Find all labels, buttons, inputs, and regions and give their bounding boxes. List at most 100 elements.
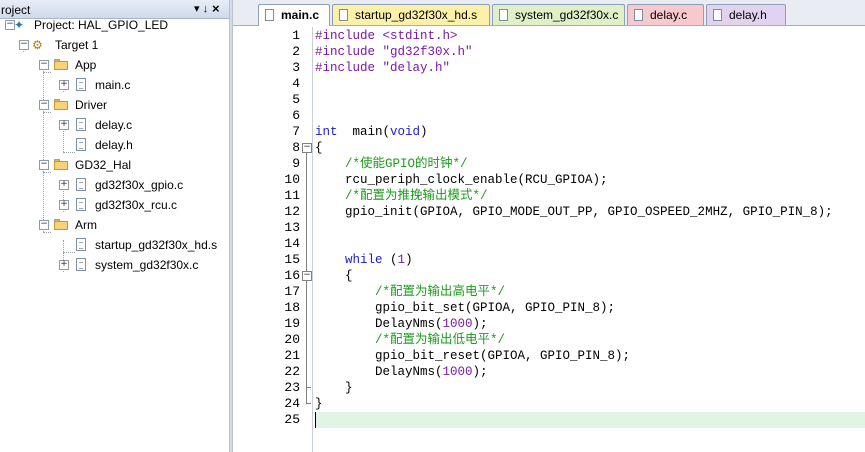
line-number: 25 xyxy=(284,412,300,427)
code-line[interactable]: { xyxy=(315,268,865,284)
expand-icon[interactable]: + xyxy=(59,200,69,210)
code-token: ) xyxy=(420,125,428,139)
code-line[interactable] xyxy=(315,92,865,108)
code-line[interactable]: #include "delay.h" xyxy=(315,60,865,76)
code-token: 1000 xyxy=(442,365,473,379)
code-keyword: int xyxy=(315,125,338,139)
tree-item-label: gd32f30x_rcu.c xyxy=(95,198,178,212)
code-line[interactable]: /*配置为输出低电平*/ xyxy=(315,332,865,348)
line-number: 22 xyxy=(284,364,300,379)
tree-item-group-driver[interactable]: − Driver xyxy=(0,96,229,114)
tab-system-gd32f30x-c[interactable]: system_gd32f30x.c xyxy=(492,4,625,25)
tab-startup-gd32f30x-hd-s[interactable]: startup_gd32f30x_hd.s xyxy=(332,4,490,25)
collapse-icon[interactable]: − xyxy=(39,60,49,70)
code-line[interactable] xyxy=(315,236,865,252)
tree-item-project[interactable]: − ✦ Project: HAL_GPIO_LED xyxy=(0,16,229,34)
code-line[interactable] xyxy=(315,220,865,236)
tree-item-file-gd32f30x-rcu-c[interactable]: + gd32f30x_rcu.c xyxy=(0,196,229,214)
code-line[interactable]: gpio_init(GPIOA, GPIO_MODE_OUT_PP, GPIO_… xyxy=(315,204,865,220)
editor-tab-bar: main.c startup_gd32f30x_hd.s system_gd32f3… xyxy=(233,0,865,26)
file-icon xyxy=(76,238,86,251)
tree-item-file-system-c[interactable]: + system_gd32f30x.c xyxy=(0,256,229,274)
code-token: 1 xyxy=(397,253,406,267)
tab-delay-h[interactable]: delay.h xyxy=(706,4,786,25)
code-line[interactable]: #include "gd32f30x.h" xyxy=(315,44,865,60)
collapse-icon[interactable]: − xyxy=(19,40,29,50)
fold-end-line-23 xyxy=(306,387,311,388)
code-line[interactable]: #include <stdint.h> xyxy=(315,28,865,44)
code-line[interactable] xyxy=(315,108,865,124)
tree-item-label: gd32f30x_gpio.c xyxy=(95,178,184,192)
code-token: #include xyxy=(315,61,383,75)
target-icon: ⚙ xyxy=(32,38,43,52)
code-token: "gd32f30x.h" xyxy=(382,45,473,59)
file-icon xyxy=(265,9,274,21)
tab-label: delay.c xyxy=(650,8,688,22)
tree-item-group-arm[interactable]: − Arm xyxy=(0,216,229,234)
code-comment: /*配置为推挽输出模式*/ xyxy=(345,189,488,203)
line-number: 4 xyxy=(292,76,300,91)
tab-delay-c[interactable]: delay.c xyxy=(627,4,704,25)
line-number: 11 xyxy=(284,188,300,203)
code-line[interactable]: rcu_periph_clock_enable(RCU_GPIOA); xyxy=(315,172,865,188)
expand-icon[interactable]: + xyxy=(59,180,69,190)
tree-item-label: GD32_Hal xyxy=(75,158,132,172)
code-line[interactable]: /*使能GPIO的时钟*/ xyxy=(315,156,865,172)
code-line[interactable]: DelayNms(1000); xyxy=(315,364,865,380)
code-token: DelayNms( xyxy=(315,317,443,331)
code-line[interactable]: gpio_bit_reset(GPIOA, GPIO_PIN_8); xyxy=(315,348,865,364)
tree-item-file-delay-c[interactable]: + delay.c xyxy=(0,116,229,134)
code-line[interactable] xyxy=(315,412,865,428)
tab-main-c[interactable]: main.c xyxy=(258,4,330,26)
code-comment: /*配置为输出低电平*/ xyxy=(375,333,506,347)
collapse-icon[interactable]: − xyxy=(39,100,49,110)
code-line[interactable]: } xyxy=(315,396,865,412)
line-number: 7 xyxy=(292,124,300,139)
code-line[interactable]: while (1) xyxy=(315,252,865,268)
line-number: 6 xyxy=(292,108,300,123)
code-token: DelayNms( xyxy=(315,365,443,379)
tree-item-file-gd32f30x-gpio-c[interactable]: + gd32f30x_gpio.c xyxy=(0,176,229,194)
tree-item-label: delay.h xyxy=(95,138,133,152)
fold-end-line-24 xyxy=(306,403,311,404)
expand-icon[interactable]: + xyxy=(59,80,69,90)
line-number: 1 xyxy=(292,28,300,43)
code-line[interactable]: /*配置为推挽输出模式*/ xyxy=(315,188,865,204)
code-line[interactable]: { xyxy=(315,140,865,156)
collapse-icon[interactable]: − xyxy=(39,220,49,230)
file-icon xyxy=(76,118,86,131)
close-icon[interactable]: × xyxy=(212,1,220,16)
tree-item-target[interactable]: − ⚙ Target 1 xyxy=(0,36,229,54)
tree-item-group-app[interactable]: − App xyxy=(0,56,229,74)
code-line[interactable]: } xyxy=(315,380,865,396)
code-line[interactable]: DelayNms(1000); xyxy=(315,316,865,332)
pin-icon[interactable]: ▾ ↓ xyxy=(194,2,208,15)
line-number: 23 xyxy=(284,380,300,395)
tree-item-file-delay-h[interactable]: delay.h xyxy=(0,136,229,154)
code-token: #include xyxy=(315,29,383,43)
file-icon xyxy=(499,9,508,21)
code-line[interactable]: gpio_bit_set(GPIOA, GPIO_PIN_8); xyxy=(315,300,865,316)
line-number: 17 xyxy=(284,284,300,299)
fold-toggle-line-16[interactable]: − xyxy=(302,271,312,281)
code-comment: /*使能GPIO的时钟*/ xyxy=(345,157,468,171)
code-keyword: while xyxy=(345,253,383,267)
tree-item-group-gd32-hal[interactable]: − GD32_Hal xyxy=(0,156,229,174)
code-line[interactable] xyxy=(315,76,865,92)
expand-icon[interactable]: + xyxy=(59,120,69,130)
code-token: } xyxy=(315,381,353,395)
tree-item-file-startup-s[interactable]: startup_gd32f30x_hd.s xyxy=(0,236,229,254)
line-number: 18 xyxy=(284,300,300,315)
code-area[interactable]: #include <stdint.h> #include "gd32f30x.h"… xyxy=(315,27,865,452)
tree-item-label: Project: HAL_GPIO_LED xyxy=(34,18,169,32)
tree-item-file-main-c[interactable]: + main.c xyxy=(0,76,229,94)
collapse-icon[interactable]: − xyxy=(39,160,49,170)
code-token: "delay.h" xyxy=(382,61,451,75)
expand-icon[interactable]: + xyxy=(59,260,69,270)
code-line[interactable]: /*配置为输出高电平*/ xyxy=(315,284,865,300)
fold-toggle-line-8[interactable]: − xyxy=(302,143,312,153)
code-line[interactable]: int main(void) xyxy=(315,124,865,140)
folder-icon xyxy=(54,59,68,70)
